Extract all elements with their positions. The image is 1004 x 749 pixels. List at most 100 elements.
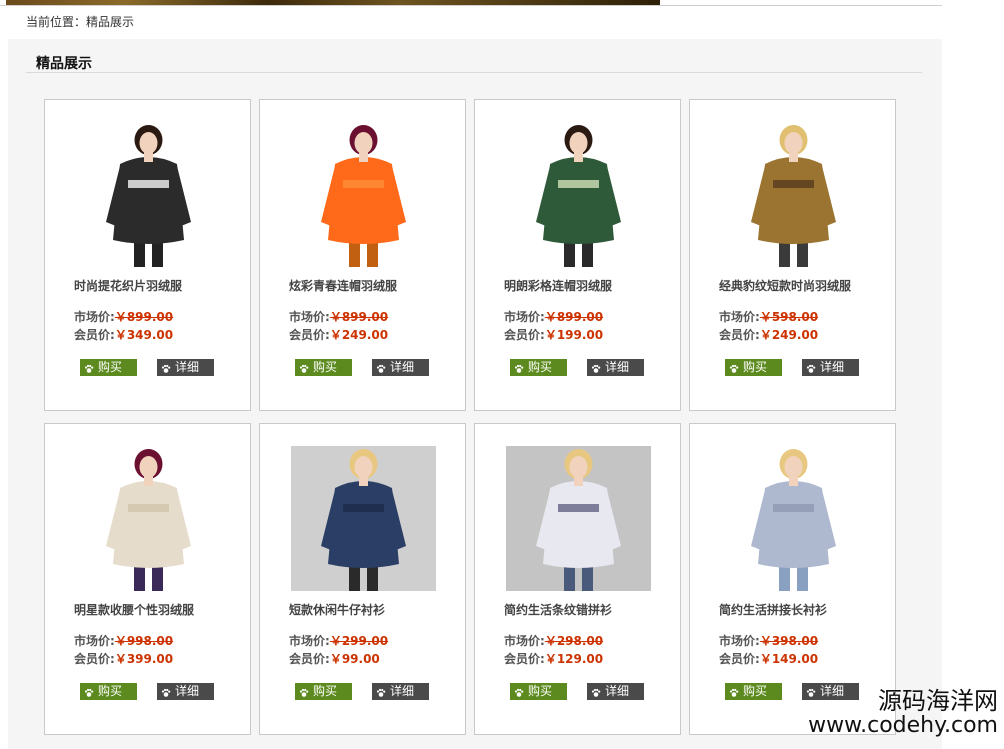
member-price-row: 会员价:￥249.00 bbox=[289, 326, 388, 343]
product-image[interactable] bbox=[76, 446, 221, 591]
detail-button[interactable]: 详细 bbox=[372, 683, 429, 700]
market-price-label: 市场价: bbox=[289, 310, 330, 324]
detail-button-label: 详细 bbox=[390, 684, 415, 698]
buy-button[interactable]: 购买 bbox=[295, 359, 352, 376]
paw-icon bbox=[514, 362, 524, 373]
product-image[interactable] bbox=[291, 446, 436, 591]
product-name[interactable]: 简约生活拼接长衬衫 bbox=[719, 601, 827, 618]
buy-button-label: 购买 bbox=[98, 684, 123, 698]
product-name[interactable]: 简约生活条纹错拼衫 bbox=[504, 601, 612, 618]
buy-button-label: 购买 bbox=[743, 684, 768, 698]
detail-button[interactable]: 详细 bbox=[587, 683, 644, 700]
product-name[interactable]: 时尚提花织片羽绒服 bbox=[74, 277, 182, 294]
market-price-row: 市场价:￥298.00 bbox=[504, 632, 603, 649]
market-price-row: 市场价:￥899.00 bbox=[289, 308, 388, 325]
member-price-row: 会员价:￥399.00 bbox=[74, 650, 173, 667]
paw-icon bbox=[806, 362, 816, 373]
product-name[interactable]: 明星款收腰个性羽绒服 bbox=[74, 601, 194, 618]
member-price-row: 会员价:￥129.00 bbox=[504, 650, 603, 667]
buy-button[interactable]: 购买 bbox=[80, 683, 137, 700]
product-image[interactable] bbox=[76, 122, 221, 267]
member-price-value: ￥399.00 bbox=[114, 652, 174, 666]
market-price-row: 市场价:￥398.00 bbox=[719, 632, 818, 649]
product-card[interactable]: 短款休闲牛仔衬衫 市场价:￥299.00 会员价:￥99.00 购买 详细 bbox=[259, 423, 466, 735]
market-price-row: 市场价:￥899.00 bbox=[504, 308, 603, 325]
market-price-label: 市场价: bbox=[74, 634, 115, 648]
member-price-label: 会员价: bbox=[504, 652, 545, 666]
detail-button[interactable]: 详细 bbox=[157, 683, 214, 700]
product-card[interactable]: 炫彩青春连帽羽绒服 市场价:￥899.00 会员价:￥249.00 购买 详细 bbox=[259, 99, 466, 411]
member-price-row: 会员价:￥249.00 bbox=[719, 326, 818, 343]
member-price-value: ￥249.00 bbox=[329, 328, 389, 342]
product-name[interactable]: 短款休闲牛仔衬衫 bbox=[289, 601, 385, 618]
market-price-row: 市场价:￥598.00 bbox=[719, 308, 818, 325]
market-price-label: 市场价: bbox=[719, 310, 760, 324]
paw-icon bbox=[729, 686, 739, 697]
member-price-row: 会员价:￥349.00 bbox=[74, 326, 173, 343]
paw-icon bbox=[161, 362, 171, 373]
paw-icon bbox=[514, 686, 524, 697]
market-price-value: ￥398.00 bbox=[759, 634, 819, 648]
member-price-row: 会员价:￥99.00 bbox=[289, 650, 380, 667]
product-card[interactable]: 明星款收腰个性羽绒服 市场价:￥998.00 会员价:￥399.00 购买 详细 bbox=[44, 423, 251, 735]
product-card[interactable]: 时尚提花织片羽绒服 市场价:￥899.00 会员价:￥349.00 购买 详细 bbox=[44, 99, 251, 411]
member-price-label: 会员价: bbox=[289, 328, 330, 342]
buy-button[interactable]: 购买 bbox=[725, 359, 782, 376]
product-card[interactable]: 经典豹纹短款时尚羽绒服 市场价:￥598.00 会员价:￥249.00 购买 详细 bbox=[689, 99, 896, 411]
product-name[interactable]: 明朗彩格连帽羽绒服 bbox=[504, 277, 612, 294]
member-price-row: 会员价:￥149.00 bbox=[719, 650, 818, 667]
buy-button[interactable]: 购买 bbox=[725, 683, 782, 700]
buy-button-label: 购买 bbox=[98, 360, 123, 374]
paw-icon bbox=[299, 686, 309, 697]
buy-button-label: 购买 bbox=[313, 360, 338, 374]
product-image[interactable] bbox=[721, 122, 866, 267]
member-price-value: ￥99.00 bbox=[329, 652, 380, 666]
detail-button-label: 详细 bbox=[820, 360, 845, 374]
detail-button[interactable]: 详细 bbox=[157, 359, 214, 376]
product-name[interactable]: 炫彩青春连帽羽绒服 bbox=[289, 277, 397, 294]
buy-button[interactable]: 购买 bbox=[510, 359, 567, 376]
product-card[interactable]: 明朗彩格连帽羽绒服 市场价:￥899.00 会员价:￥199.00 购买 详细 bbox=[474, 99, 681, 411]
member-price-label: 会员价: bbox=[719, 652, 760, 666]
market-price-row: 市场价:￥299.00 bbox=[289, 632, 388, 649]
product-image[interactable] bbox=[506, 446, 651, 591]
market-price-label: 市场价: bbox=[74, 310, 115, 324]
buy-button-label: 购买 bbox=[528, 360, 553, 374]
detail-button[interactable]: 详细 bbox=[372, 359, 429, 376]
product-image[interactable] bbox=[506, 122, 651, 267]
market-price-label: 市场价: bbox=[719, 634, 760, 648]
member-price-label: 会员价: bbox=[74, 652, 115, 666]
buy-button[interactable]: 购买 bbox=[510, 683, 567, 700]
market-price-label: 市场价: bbox=[289, 634, 330, 648]
top-banner bbox=[0, 0, 942, 6]
buy-button[interactable]: 购买 bbox=[80, 359, 137, 376]
paw-icon bbox=[299, 362, 309, 373]
market-price-value: ￥598.00 bbox=[759, 310, 819, 324]
member-price-label: 会员价: bbox=[289, 652, 330, 666]
member-price-value: ￥199.00 bbox=[544, 328, 604, 342]
watermark-title: 源码海洋网 bbox=[878, 686, 998, 715]
detail-button[interactable]: 详细 bbox=[802, 359, 859, 376]
detail-button-label: 详细 bbox=[605, 360, 630, 374]
member-price-label: 会员价: bbox=[74, 328, 115, 342]
member-price-value: ￥249.00 bbox=[759, 328, 819, 342]
paw-icon bbox=[84, 686, 94, 697]
market-price-label: 市场价: bbox=[504, 310, 545, 324]
product-card[interactable]: 简约生活条纹错拼衫 市场价:￥298.00 会员价:￥129.00 购买 详细 bbox=[474, 423, 681, 735]
market-price-value: ￥899.00 bbox=[329, 310, 389, 324]
product-image[interactable] bbox=[721, 446, 866, 591]
section-divider bbox=[26, 72, 922, 73]
market-price-value: ￥298.00 bbox=[544, 634, 604, 648]
paw-icon bbox=[376, 686, 386, 697]
market-price-row: 市场价:￥899.00 bbox=[74, 308, 173, 325]
market-price-label: 市场价: bbox=[504, 634, 545, 648]
detail-button[interactable]: 详细 bbox=[587, 359, 644, 376]
buy-button-label: 购买 bbox=[528, 684, 553, 698]
detail-button-label: 详细 bbox=[175, 360, 200, 374]
market-price-value: ￥899.00 bbox=[114, 310, 174, 324]
product-name[interactable]: 经典豹纹短款时尚羽绒服 bbox=[719, 277, 851, 294]
market-price-value: ￥899.00 bbox=[544, 310, 604, 324]
product-image[interactable] bbox=[291, 122, 436, 267]
buy-button[interactable]: 购买 bbox=[295, 683, 352, 700]
buy-button-label: 购买 bbox=[313, 684, 338, 698]
